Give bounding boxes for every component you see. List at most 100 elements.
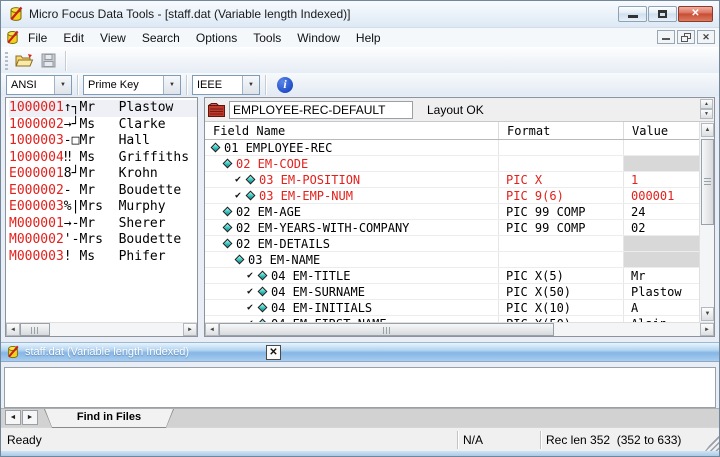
app-window: Micro Focus Data Tools - [staff.dat (Var… (0, 0, 720, 457)
record-row[interactable]: 1000003-□Mr Hall (9, 133, 197, 150)
mdi-close-button[interactable]: ✕ (697, 30, 715, 44)
maximize-button[interactable] (648, 6, 677, 22)
record-row[interactable]: M000003! Ms Phifer (9, 249, 197, 266)
menu-edit[interactable]: Edit (55, 29, 92, 47)
record-list-panel: 1000001↑┐Mr Plastow 1000002→┘Ms Clarke 1… (5, 97, 198, 337)
open-folder-icon (15, 53, 34, 68)
field-diamond-icon (223, 223, 233, 233)
record-row[interactable]: 1000004‼ Ms Griffiths (9, 150, 197, 167)
menu-options[interactable]: Options (188, 29, 245, 47)
close-button[interactable]: ✕ (678, 6, 713, 22)
tab-scroll-left-icon[interactable]: ◄ (5, 410, 21, 425)
field-row[interactable]: 02 EM-AGE PIC 99 COMP 24 (205, 204, 699, 220)
menu-tools[interactable]: Tools (245, 29, 289, 47)
mdi-close-icon: ✕ (698, 31, 714, 44)
layout-header-bar: EMPLOYEE-REC-DEFAULT Layout OK ▲ ▼ (205, 98, 714, 122)
spin-down-icon[interactable]: ▼ (700, 109, 713, 119)
field-row[interactable]: ✔03 EM-EMP-NUM PIC 9(6) 000001 (205, 188, 699, 204)
record-row[interactable]: 1000002→┘Ms Clarke (9, 117, 197, 134)
chevron-down-icon[interactable]: ▼ (163, 76, 180, 94)
record-row[interactable]: 1000001↑┐Mr Plastow (9, 100, 197, 117)
check-icon: ✔ (247, 271, 258, 281)
field-row[interactable]: ✔04 EM-INITIALS PIC X(10) A (205, 300, 699, 316)
chevron-down-icon[interactable]: ▼ (242, 76, 259, 94)
spin-up-icon[interactable]: ▲ (700, 99, 713, 109)
mdi-minimize-icon (662, 38, 670, 40)
field-row[interactable]: 02 EM-CODE (205, 156, 699, 172)
menu-file[interactable]: File (20, 29, 55, 47)
field-row[interactable]: 01 EMPLOYEE-REC (205, 140, 699, 156)
field-row[interactable]: ✔04 EM-SURNAME PIC X(50) Plastow (205, 284, 699, 300)
mdi-minimize-button[interactable] (657, 30, 675, 44)
document-close-button[interactable]: ✕ (266, 345, 281, 360)
scroll-right-icon[interactable]: ► (700, 323, 714, 336)
field-diamond-icon (235, 255, 245, 265)
title-bar: Micro Focus Data Tools - [staff.dat (Var… (1, 1, 719, 28)
status-bar: Ready N/A Rec len 352 (352 to 633) (1, 427, 719, 451)
record-row[interactable]: E000003%|Mrs Murphy (9, 199, 197, 216)
save-floppy-icon (41, 53, 56, 68)
field-diamond-icon (223, 159, 233, 169)
status-na: N/A (457, 431, 540, 449)
check-icon: ✔ (247, 303, 258, 313)
scroll-left-icon[interactable]: ◄ (6, 323, 20, 336)
table-hscrollbar[interactable]: ◄ ► (205, 322, 714, 336)
document-icon (6, 345, 20, 359)
field-diamond-icon (246, 191, 256, 201)
output-tab-strip: ◄ ► Find in Files (1, 408, 719, 427)
record-row[interactable]: M000001→-Mr Sherer (9, 216, 197, 233)
info-icon[interactable]: i (277, 77, 293, 93)
field-diamond-icon (258, 303, 268, 313)
close-icon: ✕ (691, 8, 699, 19)
field-diamond-icon (223, 239, 233, 249)
record-row[interactable]: M000002'-Mrs Boudette (9, 232, 197, 249)
mdi-restore-button[interactable] (677, 30, 695, 44)
minimize-icon (628, 15, 638, 18)
table-header: Field Name Format Value (205, 122, 699, 140)
field-row[interactable]: 02 EM-DETAILS (205, 236, 699, 252)
layout-name-box[interactable]: EMPLOYEE-REC-DEFAULT (229, 101, 413, 119)
record-list[interactable]: 1000001↑┐Mr Plastow 1000002→┘Ms Clarke 1… (6, 98, 197, 322)
column-value[interactable]: Value (624, 122, 699, 139)
scroll-up-icon[interactable]: ▲ (701, 123, 714, 137)
scroll-thumb[interactable] (219, 323, 554, 336)
minimize-button[interactable] (618, 6, 647, 22)
column-format[interactable]: Format (499, 122, 624, 139)
field-diamond-icon (258, 287, 268, 297)
record-list-hscrollbar[interactable]: ◄ ► (6, 322, 197, 336)
scroll-thumb[interactable] (20, 323, 50, 336)
tab-find-in-files[interactable]: Find in Files (44, 409, 174, 428)
scroll-down-icon[interactable]: ▼ (701, 307, 714, 321)
scroll-thumb[interactable] (701, 139, 714, 225)
table-vscrollbar[interactable]: ▲ ▼ (699, 122, 714, 322)
scroll-left-icon[interactable]: ◄ (205, 323, 219, 336)
mdi-system-menu-icon[interactable] (5, 30, 20, 45)
open-file-button[interactable] (12, 50, 36, 71)
save-file-button[interactable] (36, 50, 60, 71)
key-combo[interactable]: Prime Key ▼ (83, 75, 181, 95)
field-row[interactable]: ✔03 EM-POSITION PIC X 1 (205, 172, 699, 188)
menu-bar: File Edit View Search Options Tools Wind… (1, 28, 719, 47)
menu-help[interactable]: Help (348, 29, 389, 47)
layout-icon[interactable] (208, 103, 225, 117)
document-tab-label[interactable]: staff.dat (Variable length Indexed) (25, 346, 189, 358)
column-field-name[interactable]: Field Name (205, 122, 499, 139)
field-diamond-icon (246, 175, 256, 185)
record-row[interactable]: E000002- Mr Boudette (9, 183, 197, 200)
resize-grip[interactable] (705, 433, 719, 451)
field-row[interactable]: ✔04 EM-TITLE PIC X(5) Mr (205, 268, 699, 284)
float-format-combo[interactable]: IEEE ▼ (192, 75, 260, 95)
tab-scroll-right-icon[interactable]: ► (22, 410, 38, 425)
chevron-down-icon[interactable]: ▼ (54, 76, 71, 94)
field-row[interactable]: 03 EM-NAME (205, 252, 699, 268)
menu-view[interactable]: View (92, 29, 134, 47)
menu-window[interactable]: Window (289, 29, 348, 47)
scroll-right-icon[interactable]: ► (183, 323, 197, 336)
record-row[interactable]: E0000018┘Mr Krohn (9, 166, 197, 183)
output-panel[interactable] (4, 367, 716, 408)
table-body: 01 EMPLOYEE-REC 02 EM-CODE ✔03 EM-POSITI… (205, 140, 699, 322)
field-row[interactable]: 02 EM-YEARS-WITH-COMPANY PIC 99 COMP 02 (205, 220, 699, 236)
toolbar-grip[interactable] (5, 52, 8, 70)
menu-search[interactable]: Search (134, 29, 188, 47)
charset-combo[interactable]: ANSI ▼ (6, 75, 72, 95)
